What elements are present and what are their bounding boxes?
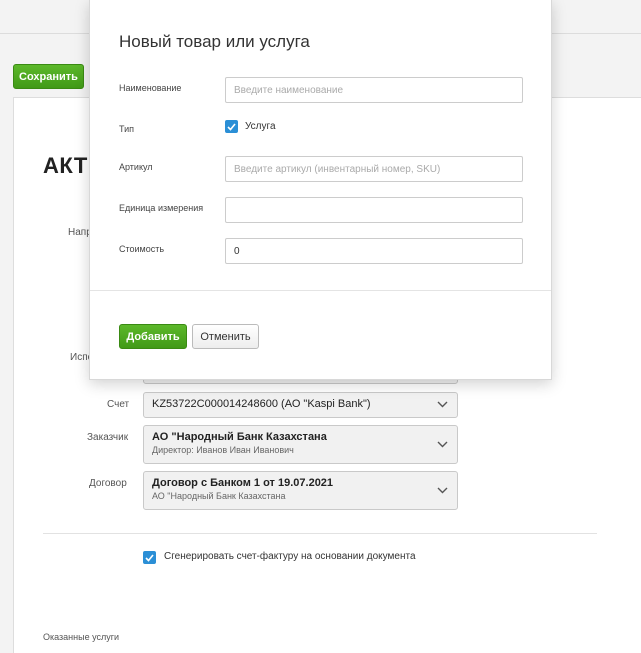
chevron-down-icon: [437, 441, 448, 447]
contract-value: Договор с Банком 1 от 19.07.2021: [152, 477, 334, 489]
customer-label: Заказчик: [87, 432, 129, 443]
section-divider: [43, 533, 597, 534]
customer-director: Директор: Иванов Иван Иванович: [152, 445, 294, 455]
name-input[interactable]: [225, 77, 523, 103]
account-value: KZ53722C000014248600 (АО "Kaspi Bank"): [152, 398, 371, 410]
generate-invoice-label: Сгенерировать счет-фактуру на основании …: [164, 551, 416, 562]
chevron-down-icon: [437, 487, 448, 493]
account-label: Счет: [107, 399, 130, 410]
checkmark-icon: [227, 122, 236, 131]
document-title: АКТ: [43, 153, 88, 178]
chevron-down-icon: [437, 401, 448, 408]
modal-title: Новый товар или услуга: [119, 32, 310, 51]
contract-counterparty: АО "Народный Банк Казахстана: [152, 491, 286, 501]
price-field-label: Стоимость: [119, 244, 165, 254]
sku-field-label: Артикул: [119, 162, 153, 172]
price-input[interactable]: [225, 238, 523, 264]
service-type-label: Услуга: [245, 121, 276, 132]
save-button[interactable]: Сохранить: [13, 64, 84, 89]
contract-select[interactable]: Договор с Банком 1 от 19.07.2021 АО "Нар…: [143, 471, 458, 510]
unit-input[interactable]: [225, 197, 523, 223]
name-field-label: Наименование: [119, 83, 182, 93]
checkmark-icon: [145, 553, 154, 562]
modal-footer-divider: [90, 290, 551, 291]
type-field-label: Тип: [119, 124, 135, 134]
services-section-label: Оказанные услуги: [43, 632, 120, 642]
account-select[interactable]: KZ53722C000014248600 (АО "Kaspi Bank"): [143, 392, 458, 418]
add-button[interactable]: Добавить: [119, 324, 187, 349]
contract-label: Договор: [89, 478, 127, 489]
generate-invoice-checkbox[interactable]: [143, 551, 156, 564]
sku-input[interactable]: [225, 156, 523, 182]
customer-select[interactable]: АО "Народный Банк Казахстана Директор: И…: [143, 425, 458, 464]
unit-field-label: Единица измерения: [119, 203, 204, 213]
customer-value: АО "Народный Банк Казахстана: [152, 431, 327, 443]
service-type-checkbox[interactable]: [225, 120, 238, 133]
cancel-button[interactable]: Отменить: [192, 324, 259, 349]
new-item-modal: Новый товар или услуга Наименование Тип …: [89, 0, 552, 380]
